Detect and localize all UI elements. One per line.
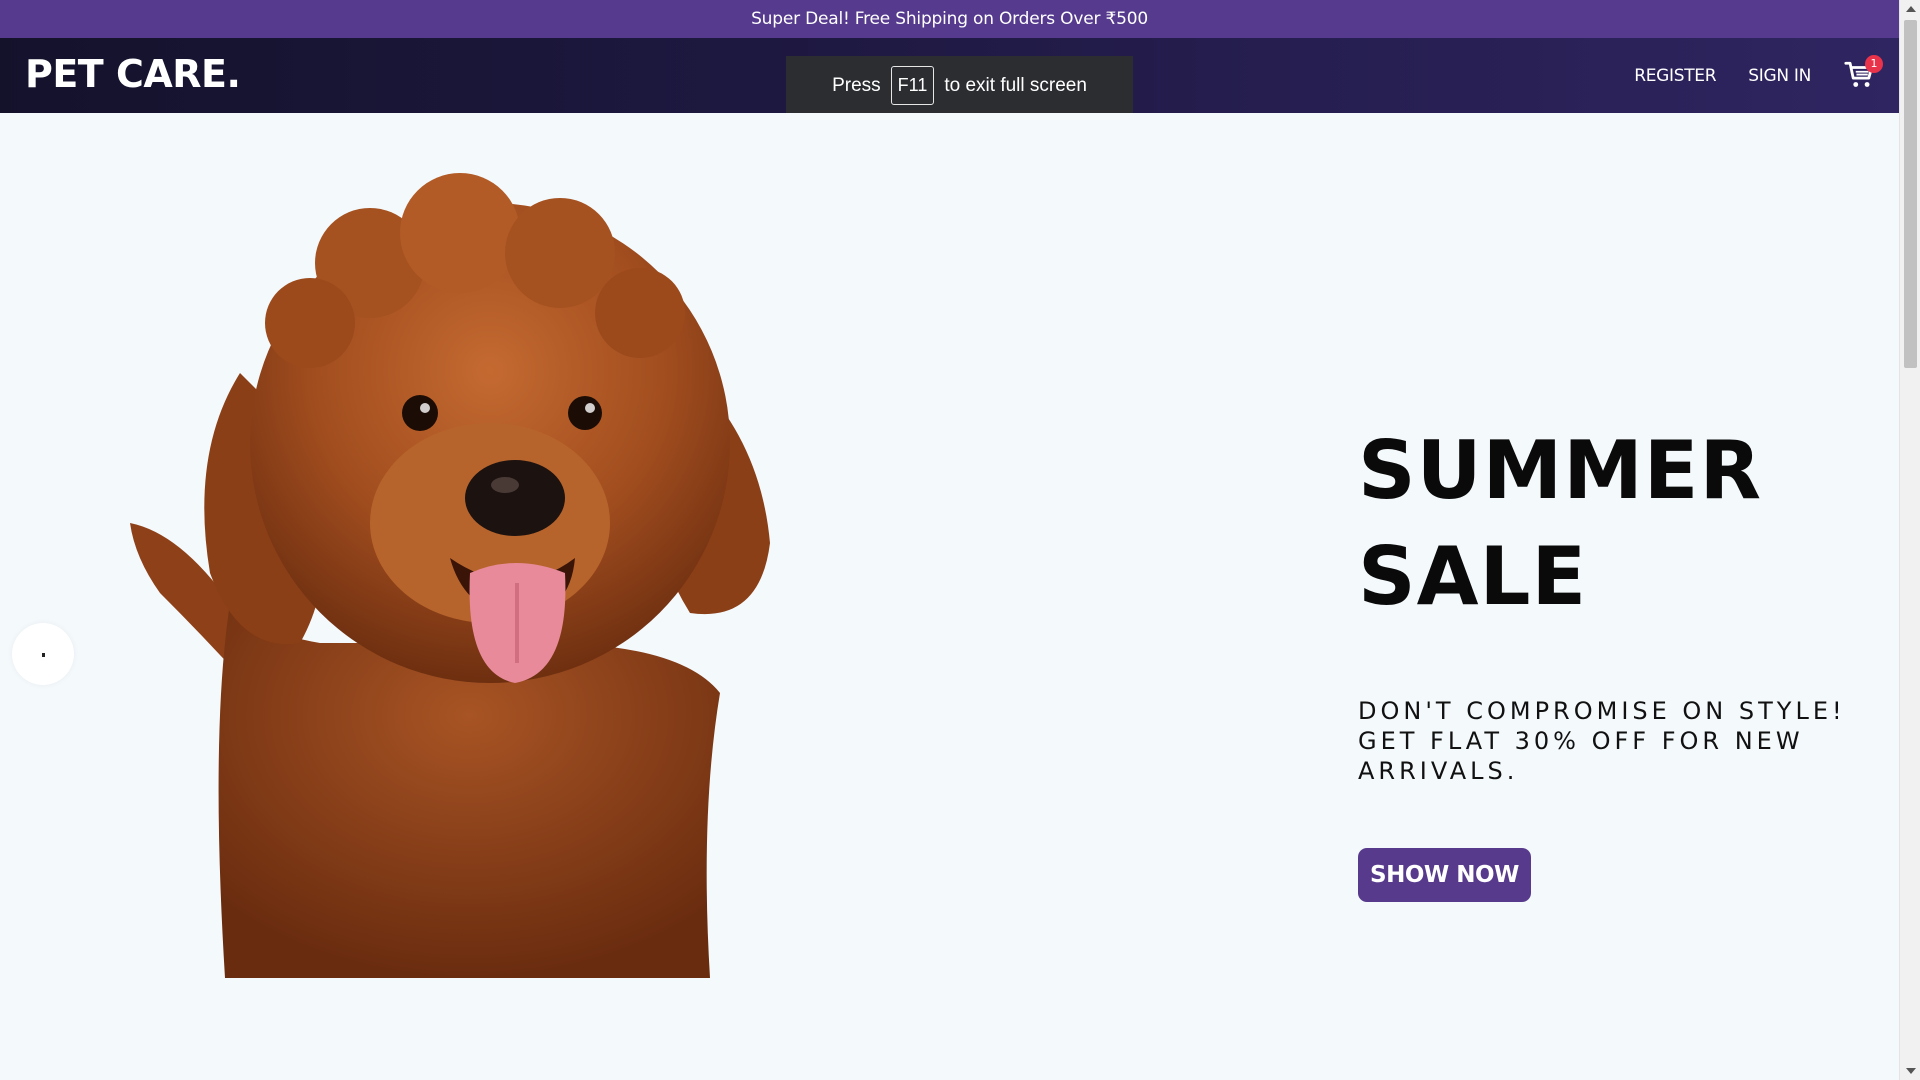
hero-section: SUMMER SALE DON'T COMPROMISE ON STYLE! G… — [0, 113, 1899, 1080]
toast-key: F11 — [890, 66, 935, 105]
scroll-up-icon[interactable] — [1906, 6, 1916, 12]
nav-links: REGISTER SIGN IN 1 — [1634, 38, 1899, 113]
scrollbar[interactable] — [1899, 0, 1920, 1080]
fullscreen-toast: Press F11 to exit full screen — [786, 56, 1133, 118]
hero-title-line2: SALE — [1358, 530, 1588, 623]
cart-badge: 1 — [1865, 54, 1883, 73]
show-now-button[interactable]: SHOW NOW — [1358, 848, 1531, 902]
sign-in-link[interactable]: SIGN IN — [1748, 66, 1811, 86]
toast-prefix: Press — [832, 74, 881, 96]
scroll-down-icon[interactable] — [1906, 1068, 1916, 1074]
dog-photo — [130, 173, 770, 978]
toast-suffix: to exit full screen — [944, 74, 1087, 96]
announcement-bar: Super Deal! Free Shipping on Orders Over… — [0, 0, 1899, 38]
register-link[interactable]: REGISTER — [1634, 66, 1716, 86]
logo[interactable]: PET CARE. — [25, 52, 241, 96]
hero-description: DON'T COMPROMISE ON STYLE! GET FLAT 30% … — [1358, 697, 1846, 785]
scroll-thumb[interactable] — [1904, 20, 1917, 368]
hero-title: SUMMER SALE — [1358, 418, 1858, 630]
announcement-text: Super Deal! Free Shipping on Orders Over… — [751, 9, 1148, 29]
hero-text: SUMMER SALE DON'T COMPROMISE ON STYLE! G… — [1358, 418, 1858, 902]
carousel-prev-button[interactable] — [12, 623, 74, 685]
cart-button[interactable]: 1 — [1843, 54, 1883, 93]
hero-title-line1: SUMMER — [1358, 424, 1763, 517]
